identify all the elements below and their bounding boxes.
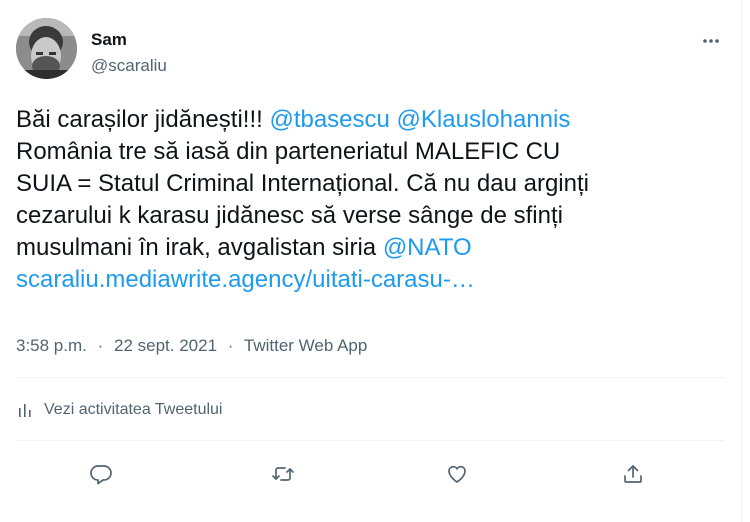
tweet-time[interactable]: 3:58 p.m. xyxy=(16,336,87,355)
tweet-meta: 3:58 p.m. · 22 sept. 2021 · Twitter Web … xyxy=(16,336,367,356)
like-button[interactable] xyxy=(438,455,476,493)
reply-icon xyxy=(90,465,112,485)
more-icon xyxy=(703,39,719,43)
divider xyxy=(16,440,725,441)
tweet-card: Sam @scaraliu Băi carașilor jidănești!!!… xyxy=(0,0,742,522)
tweet-text-segment: Băi carașilor jidănești!!! xyxy=(16,106,270,133)
meta-separator: · xyxy=(227,336,234,355)
meta-separator: · xyxy=(97,336,104,355)
share-button[interactable] xyxy=(614,455,652,493)
tweet-text: Băi carașilor jidănești!!! @tbasescu @Kl… xyxy=(16,104,716,296)
author-name[interactable]: Sam xyxy=(91,30,127,50)
tweet-source[interactable]: Twitter Web App xyxy=(244,336,367,355)
tweet-activity-link[interactable]: Vezi activitatea Tweetului xyxy=(16,401,222,419)
tweet-link[interactable]: scaraliu.mediawrite.agency/uitati-carasu… xyxy=(16,266,475,293)
tweet-text-segment: România tre să iasă din parteneriatul MA… xyxy=(16,138,589,261)
activity-chart-icon xyxy=(19,404,31,417)
divider xyxy=(16,377,725,378)
retweet-button[interactable] xyxy=(264,455,302,493)
tweet-activity-label: Vezi activitatea Tweetului xyxy=(44,401,223,418)
avatar[interactable] xyxy=(16,18,77,79)
tweet-link[interactable]: @tbasescu xyxy=(269,106,389,133)
more-options-button[interactable] xyxy=(694,24,728,58)
reply-button[interactable] xyxy=(82,455,120,493)
tweet-date[interactable]: 22 sept. 2021 xyxy=(114,336,217,355)
retweet-icon xyxy=(272,467,294,481)
tweet-text-segment xyxy=(390,106,397,133)
like-icon xyxy=(448,465,466,483)
tweet-actions-bar xyxy=(0,450,742,498)
share-icon xyxy=(624,465,642,483)
tweet-link[interactable]: @NATO xyxy=(383,234,472,261)
tweet-link[interactable]: @Klauslohannis xyxy=(397,106,571,133)
author-handle[interactable]: @scaraliu xyxy=(91,56,167,76)
